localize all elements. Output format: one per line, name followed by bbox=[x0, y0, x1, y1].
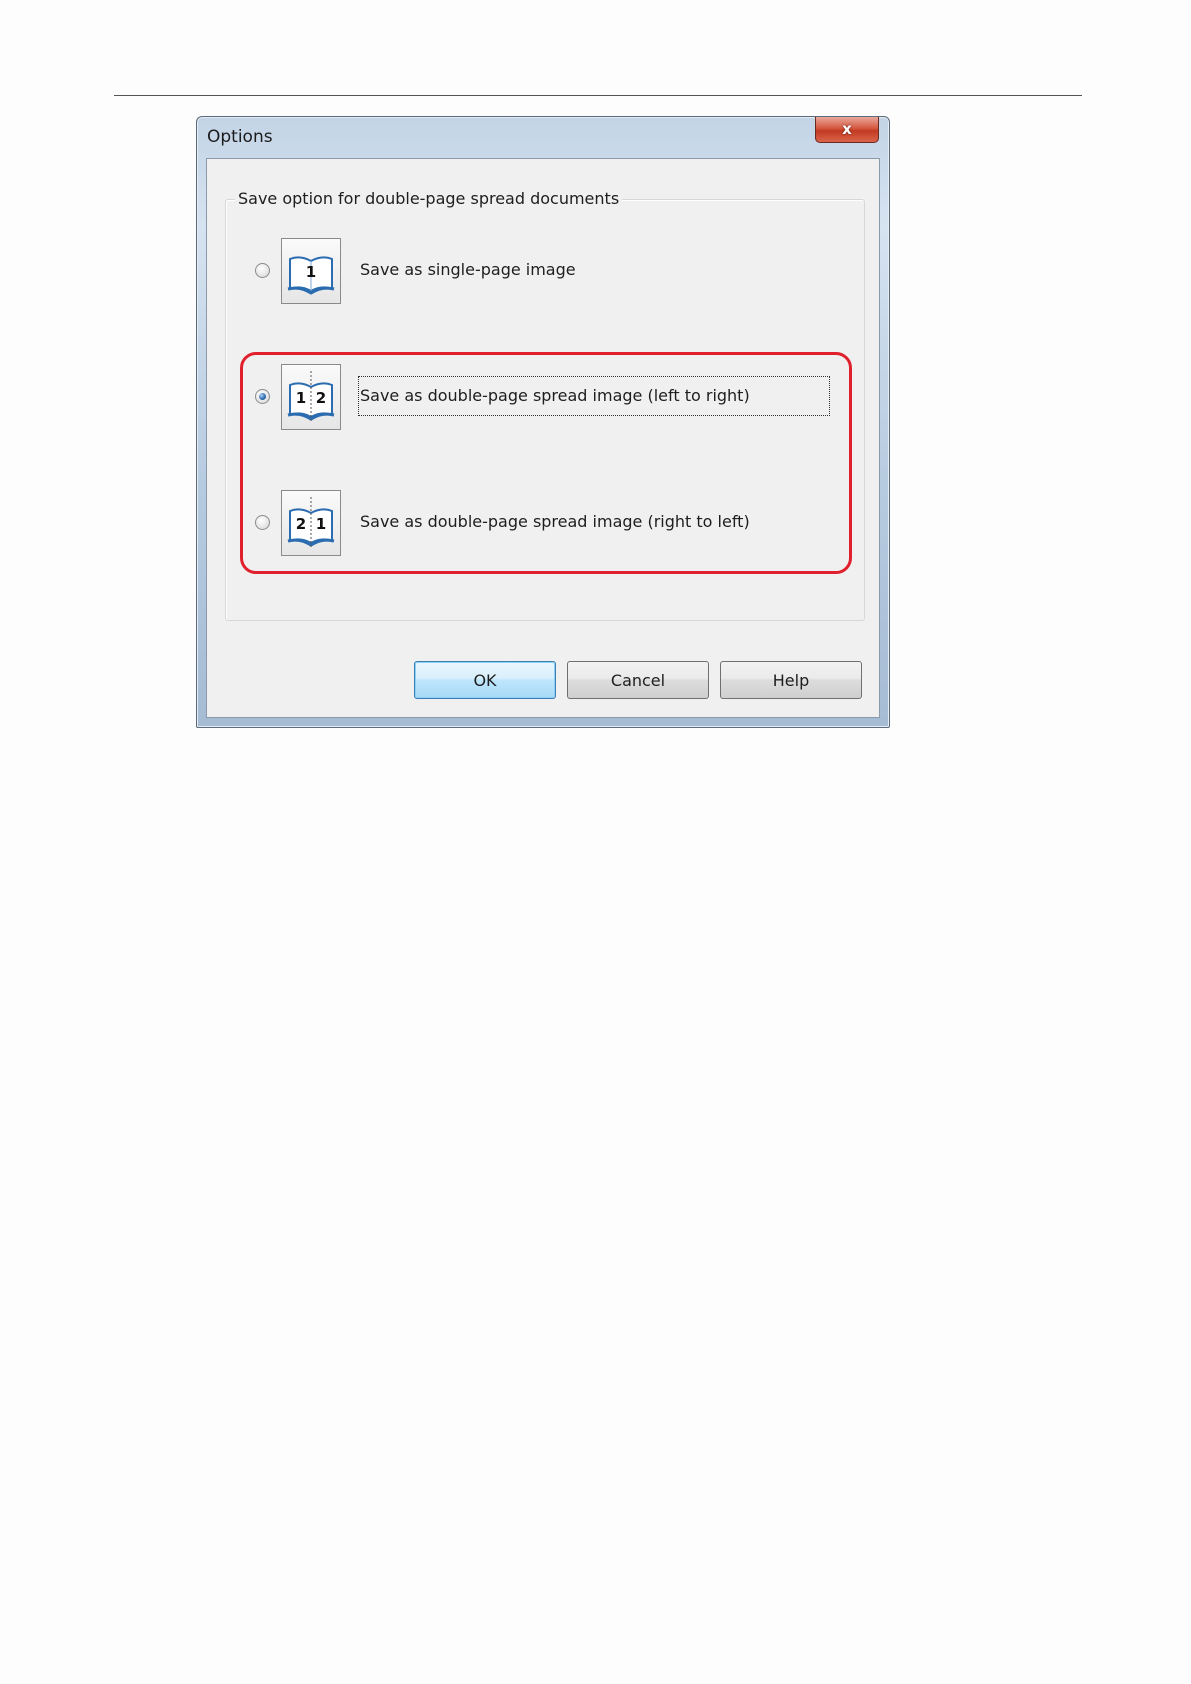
dialog-client-area: Save option for double-page spread docum… bbox=[206, 158, 880, 718]
icon-number: 1 bbox=[306, 263, 316, 281]
help-button[interactable]: Help bbox=[720, 661, 862, 699]
option-single-page[interactable]: 1 Save as single-page image bbox=[226, 238, 864, 304]
option-label-single-page: Save as single-page image bbox=[360, 260, 576, 279]
radio-single-page[interactable] bbox=[255, 263, 270, 278]
ok-button[interactable]: OK bbox=[414, 661, 556, 699]
options-dialog: Options x Save option for double-page sp… bbox=[196, 116, 890, 728]
single-page-book-icon: 1 bbox=[281, 238, 341, 304]
dialog-title: Options bbox=[207, 127, 273, 147]
close-icon: x bbox=[842, 120, 852, 138]
highlight-annotation bbox=[240, 352, 852, 574]
page-header-rule bbox=[114, 95, 1082, 96]
close-button[interactable]: x bbox=[815, 117, 879, 143]
save-option-groupbox: Save option for double-page spread docum… bbox=[225, 189, 865, 621]
groupbox-legend: Save option for double-page spread docum… bbox=[235, 189, 623, 208]
cancel-button[interactable]: Cancel bbox=[567, 661, 709, 699]
